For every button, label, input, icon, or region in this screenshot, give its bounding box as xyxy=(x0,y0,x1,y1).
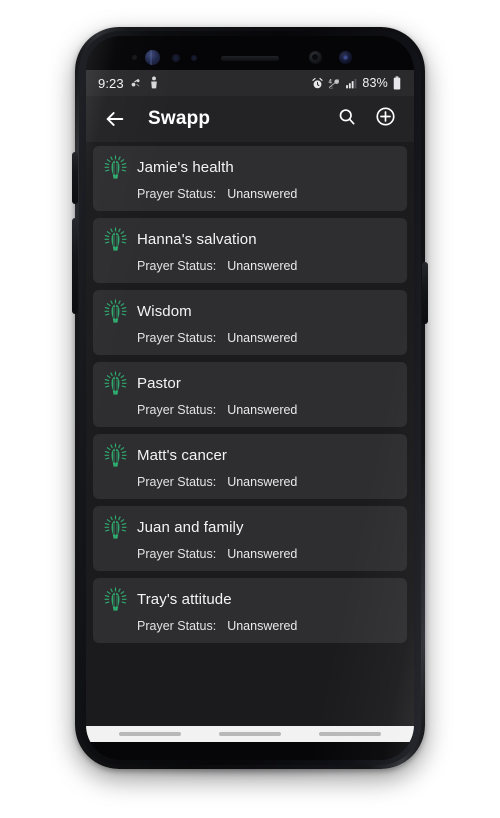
power-button[interactable] xyxy=(422,262,428,324)
prayer-title: Matt's cancer xyxy=(137,447,228,464)
prayer-status-row: Prayer Status: Unanswered xyxy=(103,547,397,561)
prayer-status-row: Prayer Status: Unanswered xyxy=(103,475,397,489)
screen: 9:23 4 G 83% Swapp Jamie's health Prayer… xyxy=(86,70,414,742)
prayer-card-header: Hanna's salvation xyxy=(103,227,397,252)
front-camera-icon xyxy=(339,51,352,64)
search-icon xyxy=(337,107,357,132)
prayer-status-value: Unanswered xyxy=(227,475,298,489)
volume-button[interactable] xyxy=(72,218,78,314)
back-button[interactable] xyxy=(98,102,132,136)
top-bezel xyxy=(86,36,414,70)
plus-circle-icon xyxy=(375,106,396,132)
prayer-status-label: Prayer Status: xyxy=(137,259,217,273)
prayer-status-label: Prayer Status: xyxy=(137,403,217,417)
nav-home-button[interactable] xyxy=(219,732,281,736)
prayer-card[interactable]: Pastor Prayer Status: Unanswered xyxy=(93,362,407,427)
status-bar-clock: 9:23 xyxy=(98,75,124,91)
prayer-card[interactable]: Juan and family Prayer Status: Unanswered xyxy=(93,506,407,571)
bixby-button[interactable] xyxy=(72,152,78,204)
prayer-status-value: Unanswered xyxy=(227,403,298,417)
praying-hands-icon-wrapper xyxy=(103,299,128,324)
praying-hands-icon-wrapper xyxy=(103,443,128,468)
praying-hands-icon-wrapper xyxy=(103,587,128,612)
mute-vibrate-icon xyxy=(130,77,143,90)
praying-hands-icon-wrapper xyxy=(103,227,128,252)
screen-bottom-bezel xyxy=(86,742,414,760)
signal-bars-icon xyxy=(345,77,358,90)
prayer-status-label: Prayer Status: xyxy=(137,475,217,489)
alarm-clock-icon xyxy=(311,77,324,90)
search-button[interactable] xyxy=(330,102,364,136)
earpiece-speaker xyxy=(221,56,279,61)
prayer-card-header: Wisdom xyxy=(103,299,397,324)
praying-hands-icon xyxy=(104,587,127,611)
infrared-camera-icon xyxy=(309,51,322,64)
praying-hands-icon xyxy=(104,227,127,251)
battery-icon xyxy=(392,76,402,90)
screenshot-root: 9:23 4 G 83% Swapp Jamie's health Prayer… xyxy=(0,0,500,818)
praying-hands-icon xyxy=(104,155,127,179)
prayer-card[interactable]: Tray's attitude Prayer Status: Unanswered xyxy=(93,578,407,643)
prayer-status-value: Unanswered xyxy=(227,259,298,273)
iris-scanner-icon xyxy=(145,50,160,65)
page-title: Swapp xyxy=(148,108,211,129)
prayer-card-header: Pastor xyxy=(103,371,397,396)
data-saver-icon: 4 G xyxy=(328,77,341,90)
prayer-status-row: Prayer Status: Unanswered xyxy=(103,331,397,345)
app-notification-icon xyxy=(149,76,159,90)
prayer-title: Tray's attitude xyxy=(137,591,232,608)
prayer-status-label: Prayer Status: xyxy=(137,187,217,201)
phone-screen-glass: 9:23 4 G 83% Swapp Jamie's health Prayer… xyxy=(86,36,414,760)
prayer-status-label: Prayer Status: xyxy=(137,547,217,561)
praying-hands-icon-wrapper xyxy=(103,515,128,540)
prayer-status-value: Unanswered xyxy=(227,331,298,345)
light-sensor-icon xyxy=(172,54,180,62)
prayer-card[interactable]: Matt's cancer Prayer Status: Unanswered xyxy=(93,434,407,499)
prayer-title: Hanna's salvation xyxy=(137,231,257,248)
prayer-status-label: Prayer Status: xyxy=(137,331,217,345)
proximity-sensor-icon xyxy=(132,55,137,60)
nav-recents-button[interactable] xyxy=(119,732,181,736)
prayer-status-value: Unanswered xyxy=(227,619,298,633)
prayer-card[interactable]: Hanna's salvation Prayer Status: Unanswere… xyxy=(93,218,407,283)
status-bar: 9:23 4 G 83% xyxy=(86,70,414,96)
svg-text:4: 4 xyxy=(329,79,333,85)
prayer-list[interactable]: Jamie's health Prayer Status: Unanswered Ha… xyxy=(86,142,414,726)
prayer-card-header: Matt's cancer xyxy=(103,443,397,468)
battery-percent-label: 83% xyxy=(362,76,388,90)
prayer-card-header: Tray's attitude xyxy=(103,587,397,612)
app-bar: Swapp xyxy=(86,96,414,142)
prayer-card-header: Juan and family xyxy=(103,515,397,540)
praying-hands-icon xyxy=(104,515,127,539)
prayer-card[interactable]: Wisdom Prayer Status: Unanswered xyxy=(93,290,407,355)
prayer-status-label: Prayer Status: xyxy=(137,619,217,633)
system-navigation-bar xyxy=(86,726,414,742)
prayer-status-row: Prayer Status: Unanswered xyxy=(103,403,397,417)
prayer-status-value: Unanswered xyxy=(227,547,298,561)
prayer-title: Jamie's health xyxy=(137,159,234,176)
praying-hands-icon xyxy=(104,443,127,467)
add-button[interactable] xyxy=(368,102,402,136)
prayer-status-value: Unanswered xyxy=(227,187,298,201)
praying-hands-icon xyxy=(104,371,127,395)
status-bar-right: 4 G 83% xyxy=(311,76,402,90)
status-bar-left: 9:23 xyxy=(98,76,159,91)
praying-hands-icon-wrapper xyxy=(103,371,128,396)
praying-hands-icon-wrapper xyxy=(103,155,128,180)
prayer-card[interactable]: Jamie's health Prayer Status: Unanswered xyxy=(93,146,407,211)
prayer-title: Wisdom xyxy=(137,303,192,320)
nav-back-button[interactable] xyxy=(319,732,381,736)
led-indicator-icon xyxy=(191,55,197,61)
prayer-title: Pastor xyxy=(137,375,181,392)
prayer-status-row: Prayer Status: Unanswered xyxy=(103,619,397,633)
prayer-status-row: Prayer Status: Unanswered xyxy=(103,259,397,273)
praying-hands-icon xyxy=(104,299,127,323)
prayer-card-header: Jamie's health xyxy=(103,155,397,180)
prayer-status-row: Prayer Status: Unanswered xyxy=(103,187,397,201)
prayer-title: Juan and family xyxy=(137,519,244,536)
